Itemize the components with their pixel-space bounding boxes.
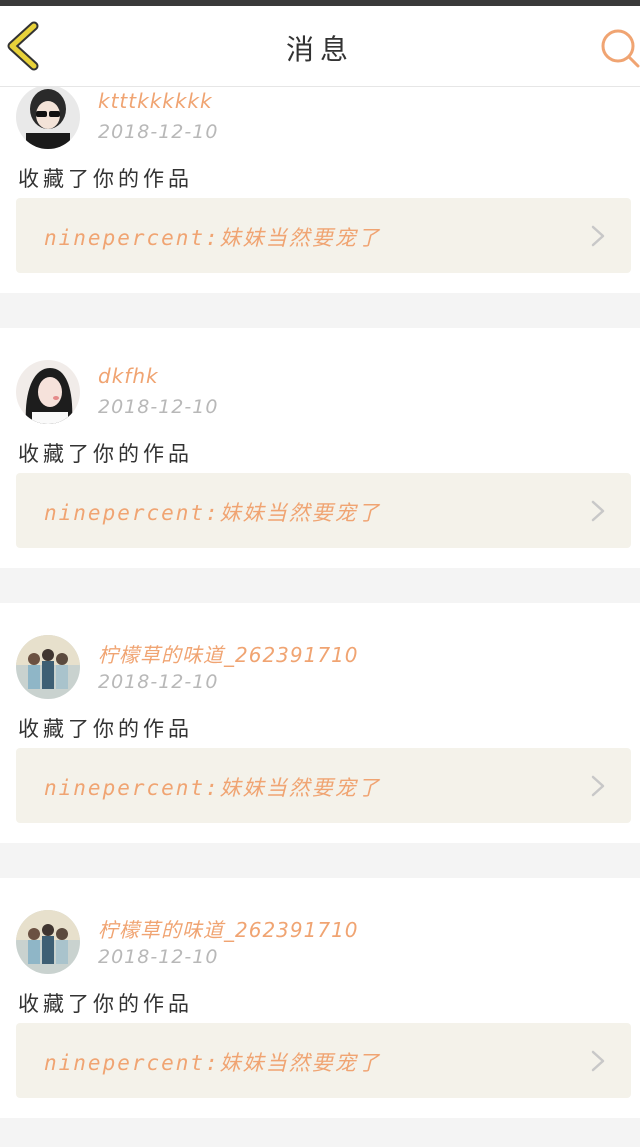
work-link[interactable]: ninepercent:妹妹当然要宠了 xyxy=(16,473,631,548)
action-text: 收藏了你的作品 xyxy=(18,167,193,191)
work-title: ninepercent:妹妹当然要宠了 xyxy=(44,226,381,250)
message-card: ktttkkkkkk 2018-12-10 收藏了你的作品 ninepercen… xyxy=(0,53,640,293)
chevron-right-icon xyxy=(591,500,605,522)
divider xyxy=(0,843,640,878)
message-list: ktttkkkkkk 2018-12-10 收藏了你的作品 ninepercen… xyxy=(0,53,640,1147)
avatar[interactable] xyxy=(16,910,80,974)
search-button[interactable] xyxy=(596,24,640,68)
work-title: ninepercent:妹妹当然要宠了 xyxy=(44,501,381,525)
user-name[interactable]: dkfhk xyxy=(98,364,159,388)
message-card: dkfhk 2018-12-10 收藏了你的作品 ninepercent:妹妹当… xyxy=(0,328,640,568)
divider xyxy=(0,293,640,328)
chevron-right-icon xyxy=(591,225,605,247)
user-name[interactable]: 柠檬草的味道_262391710 xyxy=(98,639,359,668)
avatar[interactable] xyxy=(16,85,80,149)
work-title: ninepercent:妹妹当然要宠了 xyxy=(44,1051,381,1075)
work-link[interactable]: ninepercent:妹妹当然要宠了 xyxy=(16,1023,631,1098)
message-card: 柠檬草的味道_262391710 2018-12-10 收藏了你的作品 nine… xyxy=(0,878,640,1118)
divider xyxy=(0,1118,640,1147)
action-text: 收藏了你的作品 xyxy=(18,717,193,741)
message-date: 2018-12-10 xyxy=(98,121,219,143)
work-link[interactable]: ninepercent:妹妹当然要宠了 xyxy=(16,198,631,273)
app-root: 消息 ktttkkkkkk 2018-12-10 收藏了你的作品 nineper… xyxy=(0,0,640,1147)
avatar[interactable] xyxy=(16,635,80,699)
divider xyxy=(0,568,640,603)
user-name[interactable]: 柠檬草的味道_262391710 xyxy=(98,914,359,943)
avatar[interactable] xyxy=(16,360,80,424)
message-card: 柠檬草的味道_262391710 2018-12-10 收藏了你的作品 nine… xyxy=(0,603,640,843)
action-text: 收藏了你的作品 xyxy=(18,992,193,1016)
message-date: 2018-12-10 xyxy=(98,396,219,418)
action-text: 收藏了你的作品 xyxy=(18,442,193,466)
page-title: 消息 xyxy=(285,33,354,66)
work-link[interactable]: ninepercent:妹妹当然要宠了 xyxy=(16,748,631,823)
chevron-right-icon xyxy=(591,1050,605,1072)
message-date: 2018-12-10 xyxy=(98,671,219,693)
message-date: 2018-12-10 xyxy=(98,946,219,968)
search-icon xyxy=(601,29,640,68)
header-bar: 消息 xyxy=(0,6,640,87)
work-title: ninepercent:妹妹当然要宠了 xyxy=(44,776,381,800)
chevron-right-icon xyxy=(591,775,605,797)
user-name[interactable]: ktttkkkkkk xyxy=(98,89,213,113)
